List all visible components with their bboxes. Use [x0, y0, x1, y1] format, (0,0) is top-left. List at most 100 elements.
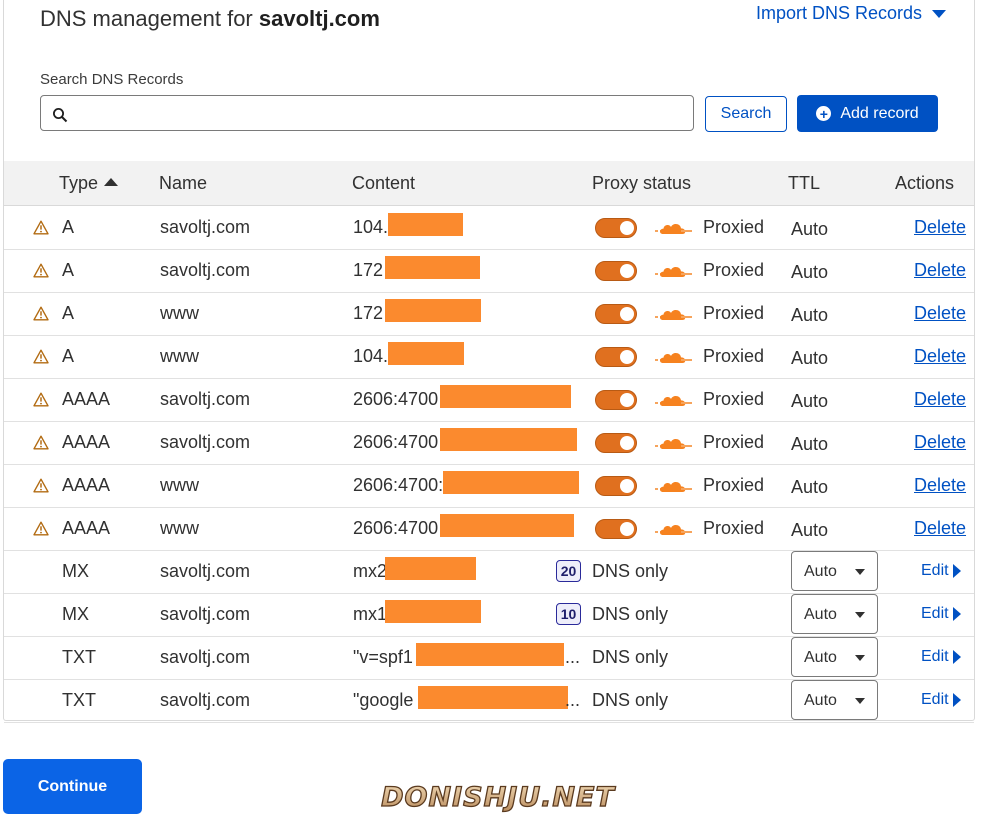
caret-right-icon [952, 564, 961, 578]
watermark-logo: DONISHJU.NET [378, 780, 618, 819]
redacted-content [388, 213, 463, 236]
record-type: TXT [62, 647, 96, 667]
plus-icon: + [816, 106, 832, 121]
chevron-down-icon [932, 9, 947, 18]
delete-link[interactable]: Delete [914, 389, 966, 410]
proxy-status: Proxied [703, 303, 765, 323]
import-dns-records-button[interactable]: Import DNS Records [756, 3, 947, 24]
redacted-content [388, 342, 464, 365]
record-type: AAAA [62, 432, 111, 452]
edit-link[interactable]: Edit [921, 562, 961, 580]
table-row[interactable]: Asavoltj.com 172 Proxied Auto Delete [4, 249, 974, 293]
warning-icon [33, 521, 49, 541]
warning-icon [33, 349, 49, 369]
delete-link[interactable]: Delete [914, 475, 966, 496]
warning-icon [33, 306, 49, 326]
ttl-select[interactable]: Auto [791, 551, 878, 591]
search-button[interactable]: Search [705, 96, 787, 132]
column-type[interactable]: Type [59, 173, 119, 194]
content-ellipsis: ... [565, 690, 581, 710]
warning-icon [33, 220, 49, 240]
caret-right-icon [952, 607, 961, 621]
proxy-toggle[interactable] [595, 347, 637, 367]
proxy-toggle[interactable] [595, 519, 637, 539]
table-row[interactable]: MX savoltj.com mx1 10 DNS only Auto Edit [4, 593, 974, 637]
ttl-value: Auto [791, 434, 829, 454]
edit-link[interactable]: Edit [921, 605, 961, 623]
search-input[interactable] [40, 95, 694, 131]
continue-button[interactable]: Continue [3, 759, 142, 814]
chevron-down-icon [855, 655, 865, 661]
record-name: www [160, 346, 199, 366]
chevron-down-icon [855, 698, 865, 704]
proxy-toggle[interactable] [595, 476, 637, 496]
table-row[interactable]: AAAA www 2606:4700: Proxied Auto Delete [4, 464, 974, 508]
table-row[interactable]: AAAA savoltj.com 2606:4700 Proxied Auto Delet… [4, 378, 974, 422]
record-content: 104. [353, 217, 389, 237]
delete-link[interactable]: Delete [914, 346, 966, 367]
table-row[interactable]: Awww 172 Proxied Auto Delete [4, 292, 974, 336]
column-actions: Actions [895, 173, 955, 193]
edit-link[interactable]: Edit [921, 691, 961, 709]
sort-ascending-icon [104, 178, 119, 186]
ttl-select[interactable]: Auto [791, 680, 878, 720]
mx-priority-badge: 10 [556, 603, 581, 625]
warning-icon [33, 392, 49, 412]
table-row[interactable]: TXT savoltj.com "v=spf1... DNS only Auto Edit [4, 636, 974, 680]
proxy-status: Proxied [703, 475, 765, 495]
proxy-status: DNS only [592, 690, 669, 710]
column-ttl: TTL [788, 173, 821, 193]
record-name: savoltj.com [160, 389, 251, 409]
record-content: 172 [353, 260, 384, 280]
ttl-value: Auto [791, 219, 829, 239]
record-type: MX [62, 604, 89, 624]
ttl-select[interactable]: Auto [791, 594, 878, 634]
record-type: A [62, 260, 75, 280]
add-record-button[interactable]: + Add record [797, 95, 938, 132]
table-row[interactable]: MX savoltj.com mx2 20 DNS only Auto Edit [4, 550, 974, 594]
record-content: mx2 [353, 561, 388, 581]
table-row[interactable]: Awww 104. Proxied Auto Delete [4, 335, 974, 379]
page-title: DNS management for savoltj.com [40, 6, 380, 32]
ttl-value: Auto [791, 477, 829, 497]
delete-link[interactable]: Delete [914, 303, 966, 324]
record-name: savoltj.com [160, 647, 251, 667]
table-row[interactable]: AAAA www 2606:4700 Proxied Auto Delete [4, 507, 974, 551]
record-name: savoltj.com [160, 260, 251, 280]
record-content: 2606:4700: [353, 475, 444, 495]
proxy-toggle[interactable] [595, 390, 637, 410]
redacted-content [385, 600, 481, 623]
record-content: 2606:4700 [353, 389, 439, 409]
proxy-status: Proxied [703, 217, 765, 237]
content-ellipsis: ... [565, 647, 581, 667]
edit-link[interactable]: Edit [921, 648, 961, 666]
redacted-content [416, 643, 564, 666]
table-row[interactable]: AAAA savoltj.com 2606:4700 Proxied Auto Delet… [4, 421, 974, 465]
record-type: A [62, 346, 75, 366]
record-name: savoltj.com [160, 561, 251, 581]
redacted-content [418, 686, 568, 709]
proxied-cloud-icon [654, 435, 694, 456]
record-type: AAAA [62, 475, 111, 495]
delete-link[interactable]: Delete [914, 432, 966, 453]
record-type: A [62, 217, 75, 237]
table-row[interactable]: TXT savoltj.com "google... DNS only Auto Edit [4, 679, 974, 723]
mx-priority-badge: 20 [556, 560, 581, 582]
record-type: AAAA [62, 389, 111, 409]
proxy-toggle[interactable] [595, 218, 637, 238]
delete-link[interactable]: Delete [914, 217, 966, 238]
delete-link[interactable]: Delete [914, 518, 966, 539]
record-content: "google [353, 690, 414, 710]
add-record-label: Add record [840, 104, 919, 122]
delete-link[interactable]: Delete [914, 260, 966, 281]
proxy-toggle[interactable] [595, 433, 637, 453]
redacted-content [385, 256, 480, 279]
proxy-toggle[interactable] [595, 304, 637, 324]
table-row[interactable]: Asavoltj.com 104. Proxied Auto Delete [4, 206, 974, 250]
ttl-select[interactable]: Auto [791, 637, 878, 677]
record-type: TXT [62, 690, 96, 710]
redacted-content [440, 514, 574, 537]
record-name: www [160, 303, 199, 323]
proxy-toggle[interactable] [595, 261, 637, 281]
redacted-content [385, 299, 481, 322]
